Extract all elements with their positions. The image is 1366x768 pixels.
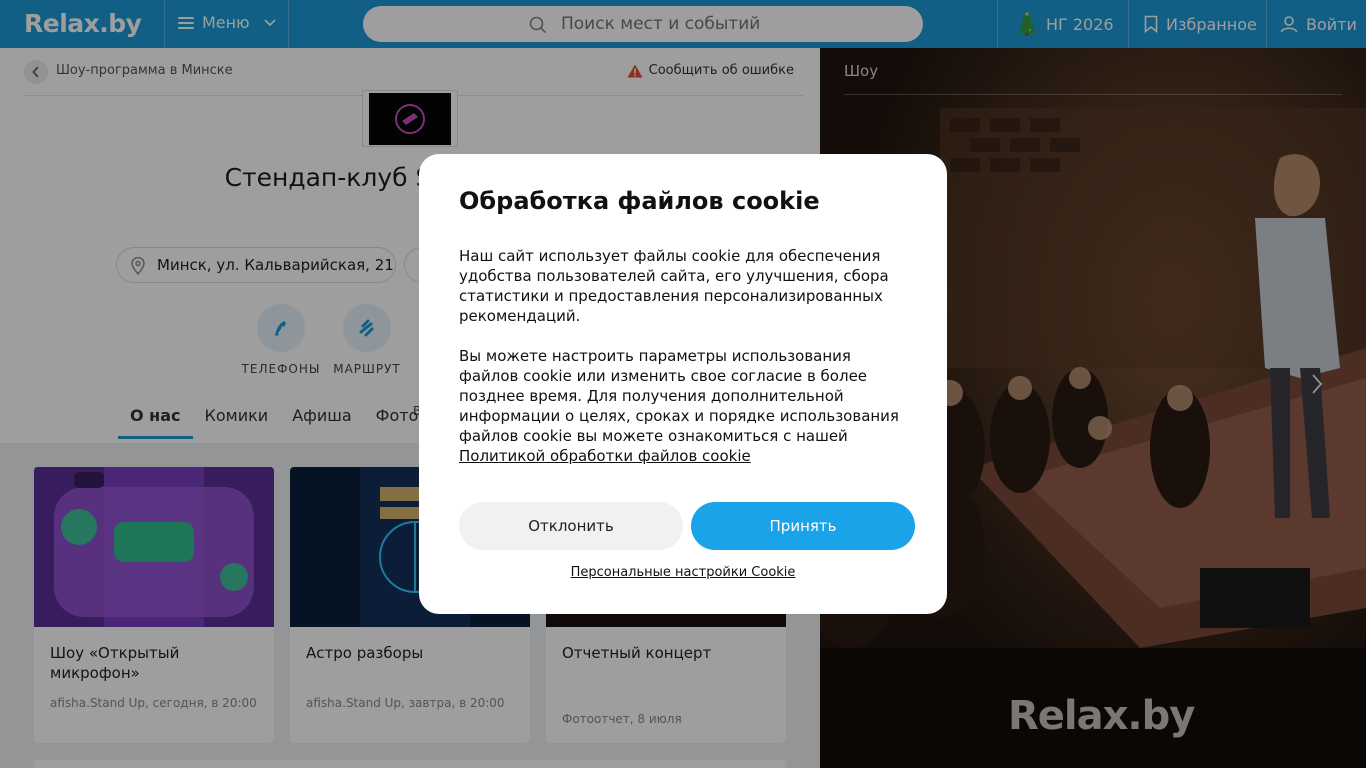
- cookie-title: Обработка файлов cookie: [459, 187, 820, 215]
- cookie-buttons: Отклонить Принять: [459, 502, 915, 550]
- cookie-text-2: Вы можете настроить параметры использова…: [459, 346, 907, 466]
- personal-cookie-settings-link[interactable]: Персональные настройки Cookie: [419, 565, 947, 580]
- cookie-dialog: Обработка файлов cookie Наш сайт использ…: [419, 154, 947, 614]
- cookie-text-1: Наш сайт использует файлы cookie для обе…: [459, 247, 889, 325]
- decline-button[interactable]: Отклонить: [459, 502, 683, 550]
- cookie-policy-link[interactable]: Политикой обработки файлов cookie: [459, 447, 751, 465]
- accept-button[interactable]: Принять: [691, 502, 915, 550]
- cookie-text-2-body: Вы можете настроить параметры использова…: [459, 347, 899, 445]
